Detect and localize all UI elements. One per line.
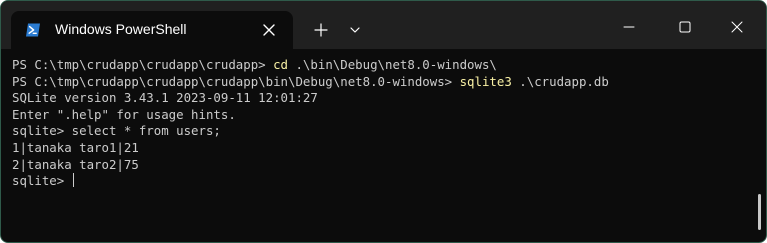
text-cursor <box>72 173 75 188</box>
close-icon <box>731 21 743 33</box>
maximize-button[interactable] <box>671 13 699 41</box>
terminal-line: Enter ".help" for usage hints. <box>12 106 236 122</box>
prompt-text: PS C:\tmp\crudapp\crudapp\crudapp> <box>12 57 274 72</box>
command-text: sqlite3 <box>459 73 512 89</box>
command-args: .\crudapp.db <box>511 73 609 89</box>
command-text: cd <box>273 57 289 72</box>
terminal-line: 2|tanaka taro2|75 <box>12 156 139 172</box>
terminal-line: 1|tanaka taro1|21 <box>12 139 139 155</box>
sqlite-prompt: sqlite> <box>12 173 72 189</box>
minimize-button[interactable] <box>615 13 643 41</box>
plus-icon <box>314 23 328 37</box>
terminal-input-line[interactable]: sqlite> <box>12 173 752 190</box>
powershell-window: Windows PowerShell PS C:\tmp\crudapp\cru… <box>0 0 767 243</box>
tab-dropdown-button[interactable] <box>343 18 367 42</box>
powershell-icon <box>26 23 40 37</box>
tab-title: Windows PowerShell <box>55 21 187 37</box>
chevron-down-icon <box>350 27 360 33</box>
prompt-text: PS C:\tmp\crudapp\crudapp\crudapp\bin\De… <box>12 73 460 89</box>
command-args: .\bin\Debug\net8.0-windows\ <box>288 57 497 72</box>
close-button[interactable] <box>723 13 751 41</box>
terminal-line: SQLite version 3.43.1 2023-09-11 12:01:2… <box>12 90 318 106</box>
terminal-line: PS C:\tmp\crudapp\crudapp\crudapp> cd .\… <box>12 57 752 74</box>
maximize-icon <box>679 21 691 33</box>
title-bar[interactable]: Windows PowerShell <box>1 1 766 49</box>
minimize-icon <box>623 26 635 28</box>
tab-close-icon[interactable] <box>261 22 277 38</box>
terminal-output[interactable]: PS C:\tmp\crudapp\crudapp\crudapp> cd .\… <box>12 57 752 238</box>
terminal-line: sqlite> select * from users; <box>12 123 221 139</box>
tab-windows-powershell[interactable]: Windows PowerShell <box>11 11 293 49</box>
terminal-line: PS C:\tmp\crudapp\crudapp\crudapp\bin\De… <box>12 74 752 91</box>
scrollbar-thumb[interactable] <box>758 194 761 230</box>
new-tab-button[interactable] <box>307 18 335 42</box>
